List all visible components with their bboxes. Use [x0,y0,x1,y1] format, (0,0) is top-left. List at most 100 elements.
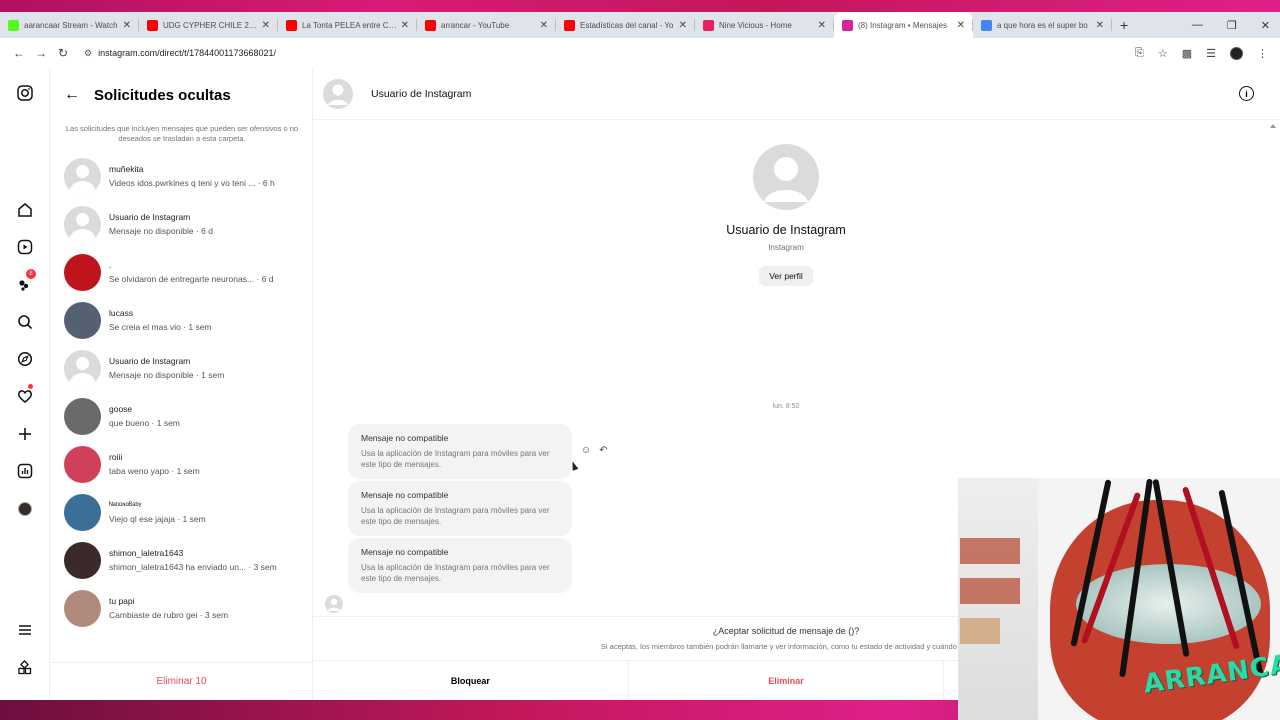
message-timestamp: lun. 8:52 [772,403,800,410]
request-row[interactable]: shimon_laletra1643 shimon_laletra1643 ha … [50,536,313,584]
conversation-header: Usuario de Instagram i [313,68,1280,120]
tab-favicon-icon [8,19,19,31]
close-tab-icon[interactable]: ✕ [818,20,826,31]
browser-tab[interactable]: (8) Instagram • Mensajes ✕ [834,12,973,38]
request-row[interactable]: Usuario de Instagram Mensaje no disponibl… [50,344,313,392]
avatar [64,157,101,195]
close-window-icon[interactable]: ✕ [1261,19,1270,32]
header-username[interactable]: Usuario de Instagram [371,88,471,100]
create-plus-icon[interactable] [14,423,36,445]
request-row[interactable]: ᴺᵃᵗᶦᵒᶰᵒᴮᵃᵇʸ Viejo ql ese jajaja · 1 sem [50,488,313,536]
profile-avatar-icon[interactable] [14,498,36,520]
tab-favicon-icon [425,19,436,31]
tab-title: La Tonta PELEA entre Crea [302,20,397,30]
tab-title: aarancaar Stream - Watch [24,20,118,30]
new-tab-button[interactable]: + [1120,17,1128,33]
request-row[interactable]: . Se olvidaron de entregarte neuronas... … [50,248,313,296]
request-text: . Se olvidaron de entregarte neuronas... … [109,260,273,284]
window-controls: — ❐ ✕ [1192,12,1270,38]
profile-name: Usuario de Instagram [726,223,846,237]
delete-button[interactable]: Eliminar [627,661,944,700]
dashboard-icon[interactable] [14,460,36,482]
close-tab-icon[interactable]: ✕ [957,20,965,31]
request-text: ᴺᵃᵗᶦᵒᶰᵒᴮᵃᵇʸ Viejo ql ese jajaja · 1 sem [109,500,206,524]
request-preview: Viejo ql ese jajaja · 1 sem [109,514,206,524]
request-row[interactable]: goose que bueno · 1 sem [50,392,313,440]
bookmark-star-icon[interactable]: ☆ [1158,47,1168,60]
menu-icon[interactable]: ⋮ [1257,47,1268,60]
message-body: Usa la aplicación de Instagram para móvi… [361,506,550,526]
message-bubble[interactable]: Mensaje no compatible Usa la aplicación … [348,481,572,536]
close-tab-icon[interactable]: ✕ [262,20,270,31]
request-row[interactable]: tu papi Cambiaste de rubro gei · 3 sem [50,584,313,632]
search-icon[interactable] [14,311,36,333]
apps-grid-icon[interactable] [14,657,36,679]
tab-title: a que hora es el super bo [997,20,1088,30]
request-username: ᴺᵃᵗᶦᵒᶰᵒᴮᵃᵇʸ [109,500,142,510]
extensions-icon[interactable]: ▩ [1182,47,1192,60]
tab-favicon-icon [286,19,297,31]
messages-icon[interactable]: 8 [14,269,36,295]
browser-tab[interactable]: aarancaar Stream - Watch ✕ [0,12,139,38]
close-tab-icon[interactable]: ✕ [123,20,131,31]
forward-icon[interactable]: → [30,46,52,60]
request-row[interactable]: roiii taba weno yapo · 1 sem [50,440,313,488]
heart-icon[interactable] [14,384,36,407]
tab-favicon-icon [981,19,992,31]
browser-tab[interactable]: a que hora es el super bo ✕ [973,12,1112,38]
request-preview: shimon_laletra1643 ha enviado un... · 3 … [109,562,277,572]
profile-avatar[interactable] [1230,46,1243,60]
reels-icon[interactable] [14,236,36,258]
close-tab-icon[interactable]: ✕ [1096,20,1104,31]
webcam-overlay: ARRANCAR [958,478,1280,720]
address-bar[interactable]: ⚙ instagram.com/direct/t/178440011736680… [84,48,276,59]
panel-note: Las solicitudes que incluyen mensajes qu… [65,124,299,143]
request-row[interactable]: muñekita Videos idos.pwrkines q teni y vo… [50,152,313,200]
close-tab-icon[interactable]: ✕ [401,20,409,31]
minimize-icon[interactable]: — [1192,19,1203,31]
react-emoji-icon[interactable]: ☺ [581,445,591,456]
browser-tab[interactable]: La Tonta PELEA entre Crea ✕ [278,12,417,38]
explore-icon[interactable] [14,348,36,370]
back-arrow-icon[interactable]: ← [64,86,80,104]
instagram-logo-icon[interactable] [14,82,36,104]
request-row[interactable]: Usuario de Instagram Mensaje no disponibl… [50,200,313,248]
request-row[interactable]: lucass Se creia el mas vio · 1 sem [50,296,313,344]
notification-dot [28,384,33,389]
tab-favicon-icon [842,19,853,31]
browser-tab[interactable]: arrancar - YouTube ✕ [417,12,556,38]
browser-tab[interactable]: Nine Vicious - Home ✕ [695,12,834,38]
reply-icon[interactable]: ↶ [599,445,607,456]
message-body: Usa la aplicación de Instagram para móvi… [361,563,550,583]
request-text: lucass Se creia el mas vio · 1 sem [109,308,212,332]
message-title: Mensaje no compatible [361,490,449,500]
site-info-icon[interactable]: ⚙ [84,48,92,59]
request-text: shimon_laletra1643 shimon_laletra1643 ha … [109,548,277,572]
message-bubble[interactable]: Mensaje no compatible Usa la aplicación … [348,538,572,593]
scroll-up-icon[interactable] [1270,124,1276,128]
block-button[interactable]: Bloquear [313,661,628,700]
browser-tab[interactable]: Estadísticas del canal - Yo ✕ [556,12,695,38]
browser-toolbar: ← → ↻ ⚙ instagram.com/direct/t/178440011… [0,38,1280,68]
view-profile-button[interactable]: Ver perfil [759,266,813,286]
header-avatar[interactable] [323,78,353,109]
browser-tab[interactable]: UDG CYPHER CHILE 2026 ✕ [139,12,278,38]
message-bubble[interactable]: Mensaje no compatible Usa la aplicación … [348,424,572,479]
close-tab-icon[interactable]: ✕ [679,20,687,31]
install-icon[interactable]: ⎘ [1135,47,1144,60]
request-preview: Se olvidaron de entregarte neuronas... ·… [109,274,274,284]
reload-icon[interactable]: ↻ [52,46,74,60]
media-icon[interactable]: ☰ [1206,47,1216,60]
restore-icon[interactable]: ❐ [1227,19,1237,32]
info-icon[interactable]: i [1239,86,1254,101]
close-tab-icon[interactable]: ✕ [540,20,548,31]
request-username: tu papi [109,596,135,606]
avatar [64,541,101,579]
home-icon[interactable] [14,199,36,221]
request-text: Usuario de Instagram Mensaje no disponibl… [109,356,224,380]
back-icon[interactable]: ← [8,46,30,60]
delete-all-button[interactable]: Eliminar 10 [50,662,313,700]
request-preview: Mensaje no disponible · 1 sem [109,370,225,380]
more-menu-icon[interactable] [14,619,36,641]
message-title: Mensaje no compatible [361,547,449,557]
